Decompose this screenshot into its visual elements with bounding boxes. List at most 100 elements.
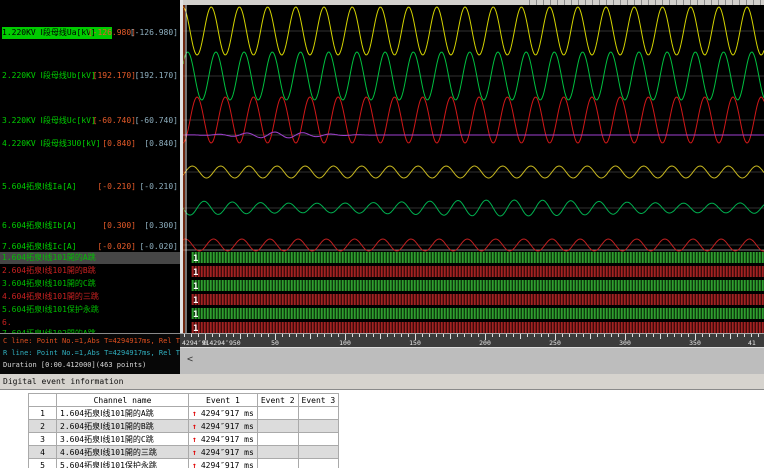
event3-cell	[297, 458, 340, 468]
ruler-tick	[184, 334, 185, 337]
rising-edge-arrow-icon: ↑	[192, 434, 197, 444]
channel-list-panel: 1.220KV Ⅰ段母线Ua[kV] [-126.980] [-126.980] 2.…	[0, 0, 180, 374]
waveform-canvas[interactable]: 1 1 1 1 1 1	[183, 0, 764, 333]
analog-channel-row[interactable]: 3.220KV Ⅰ段母线Uc[kV] [-60.740] [-60.740]	[0, 115, 180, 127]
r-cursor-value: [-0.210]	[139, 182, 178, 191]
c-cursor-value: [-126.980]	[87, 28, 136, 37]
event3-cell	[297, 432, 340, 446]
ruler-tick	[331, 334, 332, 337]
digital-trace-bar	[191, 280, 764, 291]
table-header-cell	[28, 393, 57, 407]
ruler-tick	[548, 334, 549, 337]
ruler-tick	[744, 334, 745, 337]
row-number-cell: 4	[28, 445, 57, 459]
ruler-tick	[758, 334, 759, 337]
rising-edge-arrow-icon: ↑	[192, 460, 197, 468]
event3-cell	[297, 419, 340, 433]
waveform-viewer-window: 1.220KV Ⅰ段母线Ua[kV] [-126.980] [-126.980] 2.…	[0, 0, 764, 468]
channel-name-cell: 4.604拓泉Ⅰ线101開的三跳	[56, 445, 189, 459]
digital-channel-row[interactable]: 3.604拓泉Ⅰ线101開的C跳	[0, 278, 180, 290]
table-row: 4 4.604拓泉Ⅰ线101開的三跳 ↑ 4294″917 ms	[28, 445, 340, 459]
digital-channel-row[interactable]: 5.604拓泉Ⅰ线101保护永跳	[0, 304, 180, 316]
ruler-tick	[380, 334, 381, 339]
ruler-tick	[681, 334, 682, 337]
analog-channel-row[interactable]: 1.220KV Ⅰ段母线Ua[kV] [-126.980] [-126.980]	[0, 27, 180, 39]
ruler-tick	[387, 334, 388, 337]
ruler-tick	[709, 334, 710, 337]
ruler-tick	[604, 334, 605, 337]
analog-channel-row[interactable]: 5.604拓泉Ⅰ线Ia[A] [-0.210] [-0.210]	[0, 181, 180, 193]
event2-cell	[256, 419, 299, 433]
digital-state-label: 1	[193, 310, 198, 320]
ruler-tick	[737, 334, 738, 337]
ruler-tick	[506, 334, 507, 337]
ruler-tick	[282, 334, 283, 337]
table-header-cell: Event 1	[188, 393, 258, 407]
event3-cell	[297, 406, 340, 420]
ruler-tick	[268, 334, 269, 337]
ruler-tick	[254, 334, 255, 337]
ruler-tick	[359, 334, 360, 337]
ruler-tick	[471, 334, 472, 337]
channel-name-cell: 1.604拓泉Ⅰ线101開的A跳	[56, 406, 189, 420]
ruler-tick	[653, 334, 654, 337]
c-cursor-value: [-0.210]	[97, 182, 136, 191]
c-cursor-value: [0.300]	[102, 221, 136, 230]
scroll-left-arrow-icon[interactable]: <	[187, 355, 193, 365]
event1-cell: ↑ 4294″917 ms	[188, 458, 258, 468]
digital-channel-row[interactable]: 2.604拓泉Ⅰ线101開的B跳	[0, 265, 180, 277]
row-number-cell: 2	[28, 419, 57, 433]
time-ruler[interactable]: 0 50 100 150 200 250 300 350 4294″914294″950 41	[180, 333, 764, 347]
channel-name-cell: 2.604拓泉Ⅰ线101開的B跳	[56, 419, 189, 433]
digital-state-label: 1	[193, 324, 198, 333]
table-row: 3 3.604拓泉Ⅰ线101開的C跳 ↑ 4294″917 ms	[28, 432, 340, 446]
ruler-tick	[674, 334, 675, 337]
ruler-label: 50	[271, 339, 279, 347]
event2-cell	[256, 432, 299, 446]
ruler-label: 350	[689, 339, 701, 347]
ruler-tick	[212, 334, 213, 337]
channel-name-cell: 3.604拓泉Ⅰ线101開的C跳	[56, 432, 189, 446]
digital-trace-bar	[191, 308, 764, 319]
ruler-tick	[408, 334, 409, 337]
analog-channel-row[interactable]: 6.604拓泉Ⅰ线Ib[A] [0.300] [0.300]	[0, 220, 180, 232]
digital-channel-row[interactable]: 4.604拓泉Ⅰ线101開的三跳	[0, 291, 180, 303]
table-header-cell: Event 3	[297, 393, 340, 407]
digital-trace-bar	[191, 322, 764, 333]
event1-cell: ↑ 4294″917 ms	[188, 445, 258, 459]
event1-cell: ↑ 4294″917 ms	[188, 406, 258, 420]
analog-channel-label: 6.604拓泉Ⅰ线Ib[A]	[2, 221, 77, 230]
ruler-tick	[436, 334, 437, 337]
ruler-tick	[261, 334, 262, 337]
analog-channel-row[interactable]: 2.220KV Ⅰ段母线Ub[kV] [192.170] [192.170]	[0, 70, 180, 82]
digital-state-label: 1	[193, 282, 198, 292]
digital-trace-bar	[191, 266, 764, 277]
horizontal-scrollbar[interactable]: <	[180, 347, 764, 374]
ruler-tick	[667, 334, 668, 337]
ruler-cursor-time-labels: 4294″914294″950	[182, 339, 241, 347]
ruler-label: 200	[479, 339, 491, 347]
ruler-tick	[499, 334, 500, 337]
r-cursor-value: [-126.980]	[129, 28, 178, 37]
digital-channel-row[interactable]: 1.604拓泉Ⅰ线101開的A跳	[0, 252, 180, 264]
ruler-tick	[310, 334, 311, 339]
ruler-tick	[247, 334, 248, 337]
ruler-tick	[303, 334, 304, 337]
ruler-tick	[520, 334, 521, 339]
r-cursor-value: [-60.740]	[134, 116, 178, 125]
digital-event-table: Channel name Event 1 Event 2 Event 3 1 1.604拓…	[28, 393, 340, 468]
c-cursor-value: [-60.740]	[92, 116, 136, 125]
ruler-tick	[394, 334, 395, 337]
event-table-zone: Channel name Event 1 Event 2 Event 3 1 1.604拓…	[0, 391, 764, 468]
analog-channel-row[interactable]: 4.220KV Ⅰ段母线3U0[kV] [0.840] [0.840]	[0, 138, 180, 150]
table-row: 2 2.604拓泉Ⅰ线101開的B跳 ↑ 4294″917 ms	[28, 419, 340, 433]
ruler-tick	[639, 334, 640, 337]
ruler-tick	[527, 334, 528, 337]
table-row: 5 5.604拓泉Ⅰ线101保护永跳 ↑ 4294″917 ms	[28, 458, 340, 468]
ruler-tick	[450, 334, 451, 339]
ruler-tick	[457, 334, 458, 337]
table-row: 1 1.604拓泉Ⅰ线101開的A跳 ↑ 4294″917 ms	[28, 406, 340, 420]
cursor-status-box: C line: Point No.=1,Abs T=4294917ms, Rel…	[0, 333, 180, 374]
row-number-cell: 1	[28, 406, 57, 420]
ruler-tick	[289, 334, 290, 337]
